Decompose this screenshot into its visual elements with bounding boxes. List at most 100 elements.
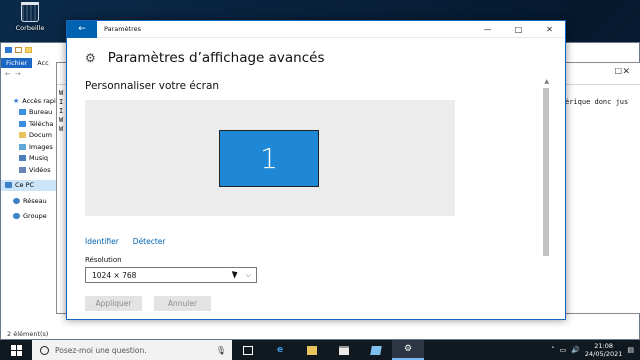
nav-item-label: Bureau	[29, 108, 53, 117]
recycle-bin-label: Corbeille	[15, 24, 45, 32]
videos-folder-icon	[19, 166, 26, 173]
recycle-bin-icon	[21, 2, 39, 22]
notepad-text-right[interactable]: érique donc jus	[565, 98, 628, 106]
notepad-line: I	[59, 107, 64, 115]
nav-item-quick-access[interactable]: ★ Accès rapide	[1, 95, 64, 107]
store-button[interactable]	[328, 340, 360, 360]
taskbar-apps: e ⚙	[232, 340, 424, 360]
file-explorer-button[interactable]	[296, 340, 328, 360]
back-arrow-icon[interactable]: ←	[5, 70, 11, 78]
edge-button[interactable]: e	[264, 340, 296, 360]
scroll-up-arrow-icon[interactable]: ▲	[544, 78, 549, 85]
task-view-button[interactable]	[232, 340, 264, 360]
chevron-up-icon[interactable]: ˄	[551, 346, 555, 354]
properties-icon[interactable]	[15, 47, 22, 53]
start-button[interactable]	[0, 340, 32, 360]
maximize-icon[interactable]: □	[614, 66, 622, 75]
forward-arrow-icon[interactable]: →	[15, 70, 21, 78]
close-icon[interactable]: ✕	[622, 67, 630, 77]
nav-item-videos[interactable]: Vidéos	[1, 164, 61, 176]
close-button[interactable]: ✕	[534, 21, 565, 38]
music-folder-icon	[19, 155, 26, 162]
task-view-icon	[243, 345, 253, 355]
nav-item-downloads[interactable]: Télécha	[1, 118, 61, 130]
minimize-button[interactable]: —	[472, 21, 503, 38]
notepad-line: I	[59, 98, 64, 106]
recycle-bin-desktop-icon[interactable]: Corbeille	[8, 2, 52, 32]
notepad-button[interactable]	[360, 340, 392, 360]
nav-item-label: Vidéos	[29, 165, 51, 174]
identify-link[interactable]: Identifier	[85, 237, 119, 246]
new-folder-icon[interactable]	[25, 47, 32, 53]
nav-item-pictures[interactable]: Images	[1, 141, 61, 153]
ribbon-tab-file[interactable]: Fichier	[1, 58, 33, 68]
maximize-icon: □	[514, 24, 523, 34]
back-arrow-icon: ←	[78, 24, 86, 34]
nav-item-music[interactable]: Musiq	[1, 153, 61, 165]
microphone-icon[interactable]: 🎙	[216, 346, 226, 355]
nav-item-label: Ce PC	[15, 181, 35, 190]
notifications-icon[interactable]: ▤	[627, 346, 634, 354]
taskbar: Posez-moi une question. 🎙 e ⚙ ˄ ▭ 🔊 21:0…	[0, 340, 640, 360]
notepad-line: W	[59, 125, 64, 133]
downloads-folder-icon	[19, 120, 26, 127]
search-placeholder: Posez-moi une question.	[55, 345, 147, 355]
clock[interactable]: 21:08 24/05/2021	[585, 342, 622, 358]
maximize-button[interactable]: □	[503, 21, 534, 38]
back-button[interactable]: ←	[67, 21, 97, 38]
window-controls: — □ ✕	[472, 21, 565, 38]
nav-item-desktop[interactable]: Bureau	[1, 107, 61, 119]
nav-item-label: Images	[29, 142, 53, 151]
clock-time: 21:08	[594, 342, 613, 350]
nav-item-network[interactable]: Réseau	[1, 195, 61, 207]
nav-item-label: Musiq	[29, 154, 49, 163]
volume-icon[interactable]: 🔊	[571, 346, 580, 354]
explorer-app-icon	[5, 47, 12, 53]
nav-item-label: Réseau	[23, 196, 47, 205]
gear-icon: ⚙	[403, 344, 413, 354]
page-title-text: Paramètres d’affichage avancés	[107, 50, 325, 66]
star-icon: ★	[13, 96, 20, 105]
nav-item-homegroup[interactable]: Groupe	[1, 211, 61, 223]
resolution-dropdown[interactable]: 1024 × 768 ⌵	[85, 267, 257, 283]
documents-folder-icon	[19, 132, 26, 139]
monitor-1-tile[interactable]: 1	[219, 130, 319, 187]
windows-logo-icon	[10, 344, 22, 356]
nav-item-documents[interactable]: Docum	[1, 130, 61, 142]
explorer-nav-pane: ★ Accès rapide Bureau Télécha Docum Imag…	[1, 95, 64, 223]
cortana-search-box[interactable]: Posez-moi une question. 🎙	[32, 340, 232, 360]
nav-item-label: Groupe	[23, 212, 47, 221]
display-preview-area: 1	[85, 100, 455, 216]
display-links: Identifier Détecter	[85, 237, 166, 246]
network-icon	[13, 197, 20, 204]
explorer-status-bar: 2 élément(s)	[7, 330, 49, 338]
settings-taskbar-button[interactable]: ⚙	[392, 340, 424, 360]
notepad-text-left[interactable]: W I I W W	[59, 89, 63, 134]
gear-icon: ⚙	[85, 51, 96, 65]
apply-button[interactable]: Appliquer	[85, 296, 142, 311]
detect-link[interactable]: Détecter	[133, 237, 166, 246]
notepad-line: W	[59, 89, 64, 97]
nav-item-label: Télécha	[29, 119, 54, 128]
window-title: Paramètres	[104, 25, 142, 33]
network-tray-icon[interactable]: ▭	[560, 346, 567, 354]
settings-window: ← Paramètres — □ ✕ ⚙ Paramètres d’affich…	[66, 20, 566, 320]
pictures-folder-icon	[19, 143, 26, 150]
system-tray: ˄ ▭ 🔊 21:08 24/05/2021 ▤	[551, 342, 640, 358]
notepad-line: W	[59, 116, 64, 124]
resolution-value: 1024 × 768	[92, 270, 137, 280]
page-title: ⚙ Paramètres d’affichage avancés	[85, 50, 324, 66]
resolution-label: Résolution	[85, 256, 122, 264]
homegroup-icon	[13, 213, 20, 220]
monitor-number: 1	[260, 142, 278, 175]
nav-item-label: Docum	[29, 131, 53, 140]
settings-content: ⚙ Paramètres d’affichage avancés Personn…	[85, 38, 551, 319]
section-title: Personnaliser votre écran	[85, 80, 220, 92]
chevron-down-icon: ⌵	[245, 270, 251, 279]
store-icon	[339, 345, 349, 355]
cancel-button[interactable]: Annuler	[154, 296, 211, 311]
ribbon-tab-access[interactable]: Acc	[32, 58, 53, 68]
settings-titlebar: ← Paramètres — □ ✕	[67, 21, 565, 38]
nav-item-this-pc[interactable]: Ce PC	[1, 179, 61, 191]
scrollbar-thumb[interactable]	[543, 88, 549, 256]
